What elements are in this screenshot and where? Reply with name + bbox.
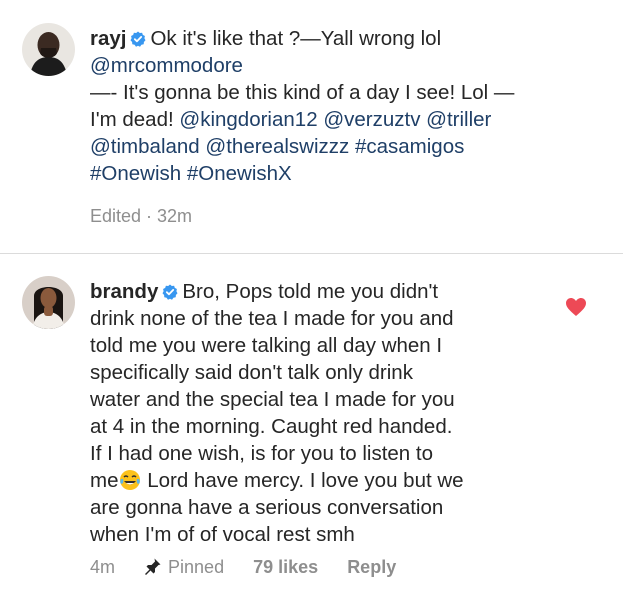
avatar-brandy[interactable] (22, 276, 75, 329)
mention-link[interactable]: @kingdorian12 (179, 108, 317, 131)
comment-text-line: If I had one wish, is for you to listen … (90, 442, 433, 465)
divider (0, 253, 623, 254)
mention-link[interactable]: @therealswizzz (205, 135, 349, 158)
comment-text-line: #Onewish #OnewishX (90, 160, 514, 187)
hashtag-link[interactable]: #Onewish (90, 162, 181, 185)
comment-first-line: brandy Bro, Pops told me you didn't (90, 278, 464, 305)
comment-text-segment: —- It's gonna be this kind of a day I se… (90, 81, 515, 104)
comment-text-line: are gonna have a serious conversation (90, 496, 444, 519)
laughing-tears-emoji-icon (120, 470, 141, 490)
username-brandy[interactable]: brandy (90, 280, 158, 303)
comment-text-line: @mrcommodore (90, 52, 514, 79)
comment-text-rayj: rayj Ok it's like that ?—Yall wrong lol @… (90, 25, 514, 187)
username-rayj[interactable]: rayj (90, 27, 126, 50)
comment-text-line: Ok it's like that ?—Yall wrong lol (150, 27, 442, 50)
comment-text-segment: me (90, 469, 119, 492)
edited-timestamp: Edited · 32m (90, 206, 193, 226)
comment-text-line: I'm dead! @kingdorian12 @verzuztv @trill… (90, 106, 514, 133)
comment-text-segment: Lord have mercy. I love you but we (147, 469, 464, 492)
mention-link[interactable]: @triller (426, 108, 491, 131)
verified-badge-icon (130, 31, 146, 47)
comment-first-line: rayj Ok it's like that ?—Yall wrong lol (90, 25, 514, 52)
comment-meta-rayj: Edited · 32m (90, 206, 216, 227)
comment-meta-brandy: 4m Pinned 79 likes Reply (90, 557, 420, 578)
reply-button[interactable]: Reply (347, 557, 396, 578)
heart-icon[interactable] (565, 297, 587, 317)
avatar-rayj[interactable] (22, 23, 75, 76)
comment-text-brandy: brandy Bro, Pops told me you didn't drink… (90, 278, 464, 548)
pinned-label: Pinned (144, 557, 224, 578)
hashtag-link[interactable]: #OnewishX (187, 162, 292, 185)
mention-link[interactable]: @mrcommodore (90, 54, 243, 77)
comment-text-line: @timbaland @therealswizzz #casamigos (90, 133, 514, 160)
likes-count[interactable]: 79 likes (253, 557, 318, 578)
comment-text-line: at 4 in the morning. Caught red handed. (90, 415, 453, 438)
comment-text-line: specifically said don't talk only drink (90, 361, 413, 384)
comment-text-line: —- It's gonna be this kind of a day I se… (90, 79, 514, 106)
comment-text-line: Bro, Pops told me you didn't (182, 280, 439, 303)
comment-text-segment: I'm dead! (90, 108, 180, 131)
comment-text-line: when I'm of of vocal rest smh (90, 523, 355, 546)
comment-text-line: me Lord have mercy. I love you but we (90, 467, 464, 494)
comment-text-line: water and the special tea I made for you (90, 388, 455, 411)
mention-link[interactable]: @timbaland (90, 135, 200, 158)
mention-link[interactable]: @verzuztv (323, 108, 420, 131)
verified-badge-icon (162, 284, 178, 300)
comment-text-line: drink none of the tea I made for you and (90, 307, 454, 330)
pinned-text: Pinned (168, 557, 225, 577)
comment-text-line: told me you were talking all day when I (90, 334, 443, 357)
hashtag-link[interactable]: #casamigos (355, 135, 464, 158)
comment-time: 4m (90, 557, 116, 577)
pin-icon (145, 558, 161, 575)
